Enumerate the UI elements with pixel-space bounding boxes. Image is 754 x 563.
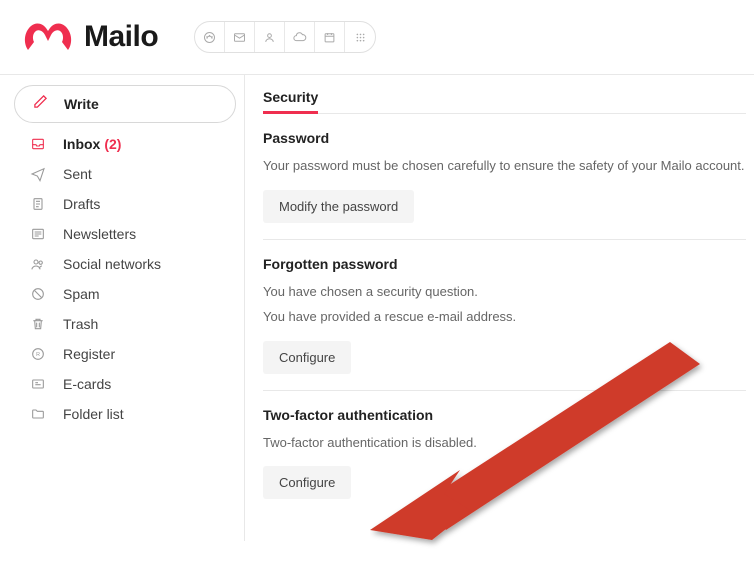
social-icon xyxy=(30,256,46,272)
folder-label: Register xyxy=(63,346,115,362)
sent-icon xyxy=(30,166,46,182)
cloud-icon[interactable] xyxy=(285,22,315,52)
sidebar-item-sent[interactable]: Sent xyxy=(14,159,236,189)
spam-icon xyxy=(30,286,46,302)
section-desc: Your password must be chosen carefully t… xyxy=(263,156,746,176)
mail-icon[interactable] xyxy=(225,22,255,52)
contacts-icon[interactable] xyxy=(255,22,285,52)
section-desc: Two-factor authentication is disabled. xyxy=(263,433,746,453)
ecards-icon xyxy=(30,376,46,392)
inbox-icon xyxy=(30,136,46,152)
newsletters-icon xyxy=(30,226,46,242)
folder-label: Social networks xyxy=(63,256,161,272)
register-icon: R xyxy=(30,346,46,362)
sidebar-item-newsletters[interactable]: Newsletters xyxy=(14,219,236,249)
section-password: Password Your password must be chosen ca… xyxy=(263,130,746,240)
section-title: Password xyxy=(263,130,746,146)
main-panel: Security Password Your password must be … xyxy=(245,75,754,541)
header-toolbar xyxy=(194,21,376,53)
folder-label: E-cards xyxy=(63,376,111,392)
folder-label: Inbox(2) xyxy=(63,136,121,152)
section-line: You have chosen a security question. xyxy=(263,282,746,302)
tab-security[interactable]: Security xyxy=(263,89,318,114)
drafts-icon xyxy=(30,196,46,212)
modify-password-button[interactable]: Modify the password xyxy=(263,190,414,223)
folder-list: Inbox(2) Sent Drafts Newsletters Social … xyxy=(14,129,236,429)
trash-icon xyxy=(30,316,46,332)
sidebar-item-spam[interactable]: Spam xyxy=(14,279,236,309)
section-title: Two-factor authentication xyxy=(263,407,746,423)
configure-forgotten-button[interactable]: Configure xyxy=(263,341,351,374)
folder-label: Drafts xyxy=(63,196,100,212)
folder-label: Folder list xyxy=(63,406,124,422)
section-title: Forgotten password xyxy=(263,256,746,272)
pencil-icon xyxy=(33,94,48,114)
sidebar-item-folderlist[interactable]: Folder list xyxy=(14,399,236,429)
svg-text:R: R xyxy=(36,352,40,358)
tab-divider xyxy=(263,113,746,114)
brand-name: Mailo xyxy=(84,20,158,54)
sidebar-item-trash[interactable]: Trash xyxy=(14,309,236,339)
folder-label: Sent xyxy=(63,166,92,182)
folder-label: Spam xyxy=(63,286,100,302)
dashboard-icon[interactable] xyxy=(195,22,225,52)
header: Mailo xyxy=(0,0,754,74)
sidebar-item-social[interactable]: Social networks xyxy=(14,249,236,279)
folder-label: Newsletters xyxy=(63,226,136,242)
section-line: You have provided a rescue e-mail addres… xyxy=(263,307,746,327)
folder-icon xyxy=(30,406,46,422)
sidebar: Write Inbox(2) Sent Drafts Newsletters S… xyxy=(0,75,245,541)
compose-button[interactable]: Write xyxy=(14,85,236,123)
configure-twofa-button[interactable]: Configure xyxy=(263,466,351,499)
section-forgotten: Forgotten password You have chosen a sec… xyxy=(263,256,746,391)
compose-label: Write xyxy=(64,96,99,112)
mailo-logo-icon xyxy=(22,18,74,56)
content: Write Inbox(2) Sent Drafts Newsletters S… xyxy=(0,74,754,541)
folder-label: Trash xyxy=(63,316,98,332)
calendar-icon[interactable] xyxy=(315,22,345,52)
sidebar-item-ecards[interactable]: E-cards xyxy=(14,369,236,399)
apps-icon[interactable] xyxy=(345,22,375,52)
logo[interactable]: Mailo xyxy=(22,18,158,56)
sidebar-item-inbox[interactable]: Inbox(2) xyxy=(14,129,236,159)
sidebar-item-drafts[interactable]: Drafts xyxy=(14,189,236,219)
section-twofa: Two-factor authentication Two-factor aut… xyxy=(263,407,746,516)
sidebar-item-register[interactable]: R Register xyxy=(14,339,236,369)
